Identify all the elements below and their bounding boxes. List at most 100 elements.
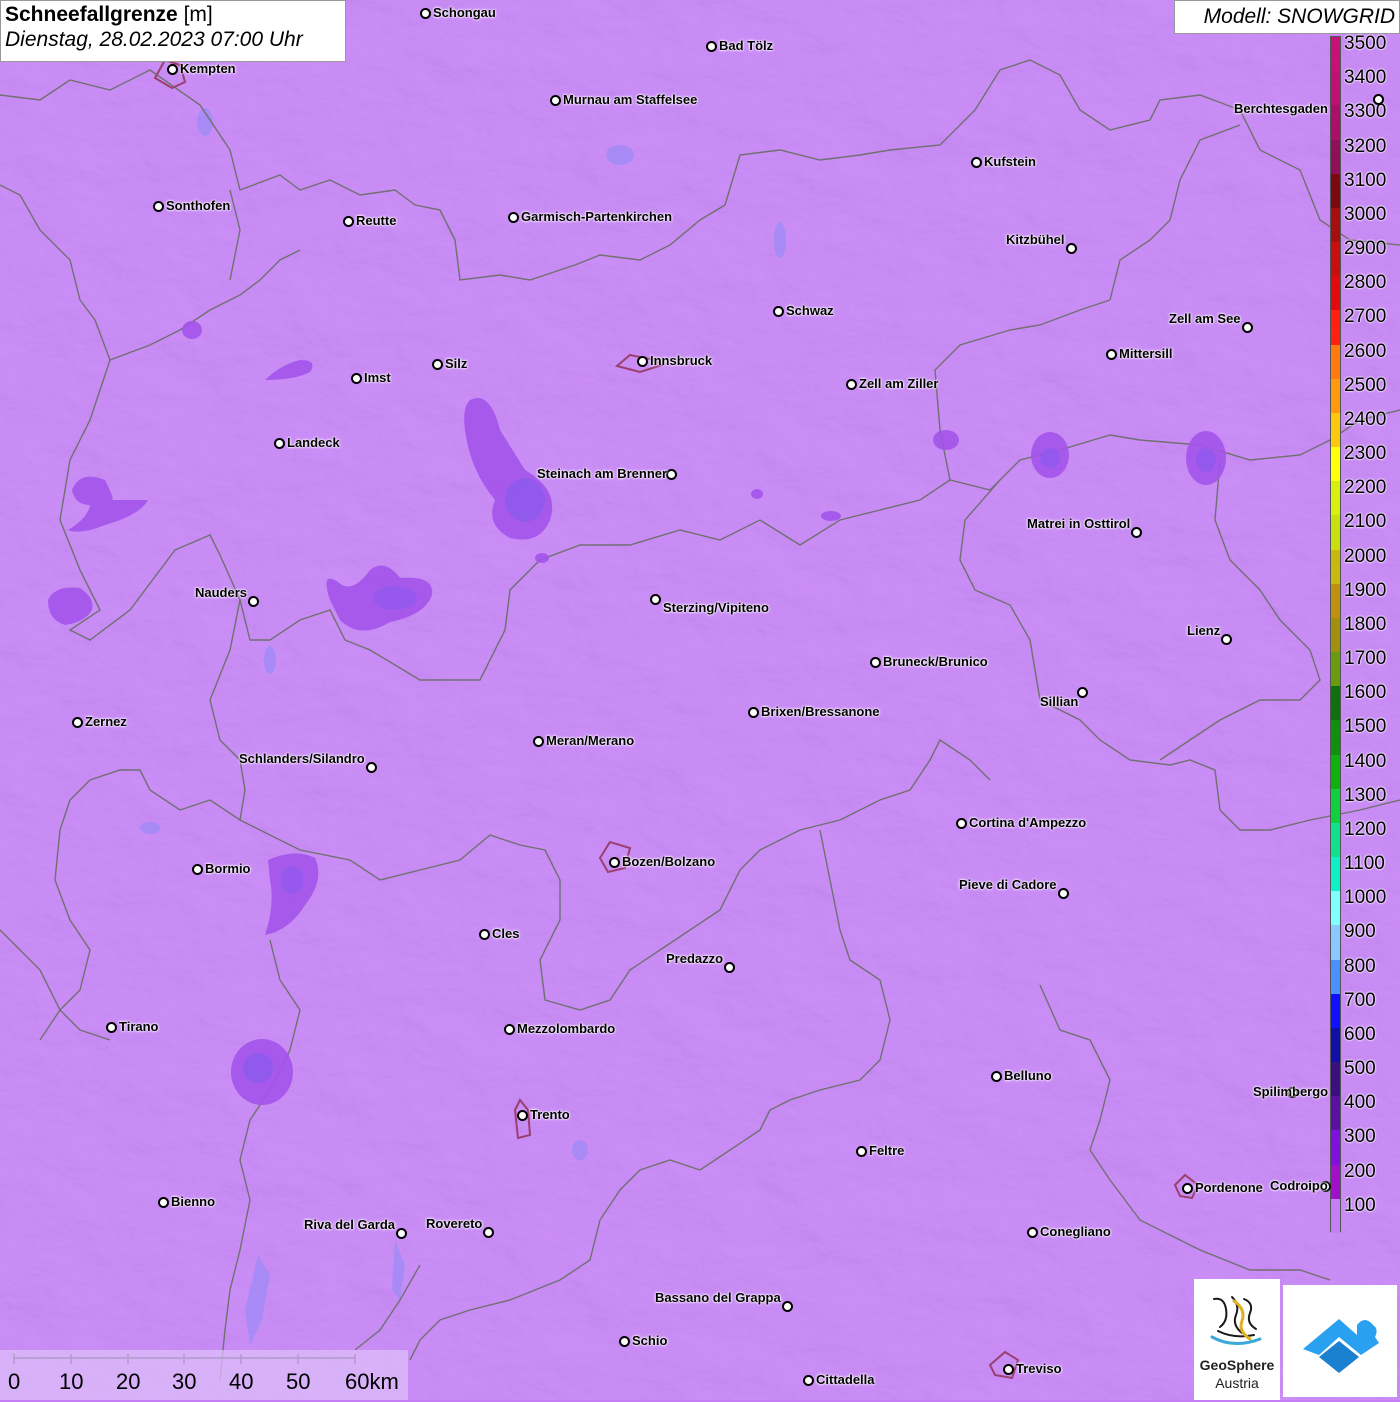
- city-marker[interactable]: [1131, 527, 1142, 538]
- scale-tick-label: 10: [59, 1369, 84, 1394]
- city-marker[interactable]: [420, 8, 431, 19]
- legend-label: 2200: [1344, 477, 1387, 499]
- city-marker[interactable]: [637, 356, 648, 367]
- city-label: Murnau am Staffelsee: [563, 92, 698, 107]
- legend-label: 3500: [1344, 33, 1387, 54]
- legend-swatch: [1331, 37, 1340, 72]
- geosphere-emblem-icon: [1210, 1296, 1262, 1345]
- legend-label: 800: [1344, 955, 1376, 977]
- city-marker[interactable]: [274, 438, 285, 449]
- city-label: Matrei in Osttirol: [1027, 516, 1131, 531]
- city-label: Steinach am Brenner: [537, 466, 668, 481]
- city-marker[interactable]: [508, 212, 519, 223]
- city-marker[interactable]: [666, 469, 677, 480]
- city-marker[interactable]: [870, 657, 881, 668]
- city-marker[interactable]: [366, 762, 377, 773]
- city-marker[interactable]: [167, 64, 178, 75]
- city-marker[interactable]: [856, 1146, 867, 1157]
- city-label: Belluno: [1004, 1068, 1052, 1083]
- city-marker[interactable]: [991, 1071, 1002, 1082]
- legend-swatch: [1331, 1164, 1340, 1200]
- city-marker[interactable]: [846, 379, 857, 390]
- city-marker[interactable]: [396, 1228, 407, 1239]
- city-marker[interactable]: [153, 201, 164, 212]
- city-marker[interactable]: [748, 707, 759, 718]
- city-marker[interactable]: [782, 1301, 793, 1312]
- city-marker[interactable]: [1058, 888, 1069, 899]
- patch-tuxer: [933, 430, 959, 450]
- city-marker[interactable]: [619, 1336, 630, 1347]
- city-marker[interactable]: [1242, 322, 1253, 333]
- legend-swatch: [1331, 583, 1340, 619]
- legend-label: 1200: [1344, 818, 1387, 840]
- geosphere-name: GeoSphere: [1199, 1357, 1275, 1373]
- city-marker[interactable]: [517, 1110, 528, 1121]
- legend-label: 2800: [1344, 272, 1387, 294]
- city-label: Cittadella: [816, 1372, 875, 1387]
- legend-swatch: [1331, 925, 1340, 961]
- legend-label: 900: [1344, 921, 1376, 943]
- city-marker[interactable]: [609, 857, 620, 868]
- city-marker[interactable]: [1182, 1183, 1193, 1194]
- city-label: Cortina d'Ampezzo: [969, 815, 1087, 830]
- city-marker[interactable]: [192, 864, 203, 875]
- patch-bormio-core: [280, 866, 304, 894]
- timestamp: Dienstag, 28.02.2023 07:00 Uhr: [5, 28, 303, 51]
- legend-swatch: [1331, 1062, 1340, 1097]
- city-marker[interactable]: [1221, 634, 1232, 645]
- legend-label: 3400: [1344, 67, 1387, 89]
- city-label: Rovereto: [426, 1216, 483, 1231]
- geosphere-sub: Austria: [1215, 1375, 1259, 1391]
- patch-vinschgau-core: [373, 586, 417, 610]
- city-marker[interactable]: [1106, 349, 1117, 360]
- legend-label: 100: [1344, 1194, 1376, 1216]
- city-marker[interactable]: [550, 95, 561, 106]
- model-label: Modell: SNOWGRID: [1174, 0, 1400, 34]
- scale-tick-label: 30: [172, 1369, 197, 1394]
- legend-label: 2600: [1344, 340, 1387, 362]
- legend-swatch: [1331, 1096, 1340, 1131]
- city-marker[interactable]: [1003, 1364, 1014, 1375]
- city-label: Conegliano: [1040, 1224, 1111, 1239]
- city-marker[interactable]: [724, 962, 735, 973]
- city-marker[interactable]: [971, 157, 982, 168]
- city-marker[interactable]: [1066, 243, 1077, 254]
- app-logo[interactable]: [1283, 1285, 1397, 1397]
- patch-wipptal-core: [505, 478, 545, 522]
- city-marker[interactable]: [351, 373, 362, 384]
- city-marker[interactable]: [479, 929, 490, 940]
- legend-label: 300: [1344, 1126, 1376, 1148]
- city-marker[interactable]: [248, 596, 259, 607]
- city-marker[interactable]: [432, 359, 443, 370]
- city-marker[interactable]: [956, 818, 967, 829]
- legend-swatch: [1331, 1130, 1340, 1166]
- scale-tick-label: 20: [116, 1369, 141, 1394]
- city-marker[interactable]: [72, 717, 83, 728]
- city-label: Schwaz: [786, 303, 834, 318]
- geosphere-logo[interactable]: GeoSphere Austria: [1194, 1279, 1280, 1400]
- scale-tick-label: 60km: [345, 1369, 399, 1394]
- city-marker[interactable]: [773, 306, 784, 317]
- city-label: Kitzbühel: [1006, 232, 1065, 247]
- city-marker[interactable]: [533, 736, 544, 747]
- patch-pinzgau-core: [1196, 448, 1216, 472]
- city-label: Bad Tölz: [719, 38, 774, 53]
- legend-swatch: [1331, 891, 1340, 926]
- city-marker[interactable]: [483, 1227, 494, 1238]
- city-marker[interactable]: [106, 1022, 117, 1033]
- city-marker[interactable]: [1373, 94, 1384, 105]
- city-label: Kempten: [180, 61, 236, 76]
- city-marker[interactable]: [158, 1197, 169, 1208]
- city-marker[interactable]: [1027, 1227, 1038, 1238]
- legend-label: 2900: [1344, 238, 1387, 260]
- city-marker[interactable]: [1077, 687, 1088, 698]
- city-label: Mittersill: [1119, 346, 1173, 361]
- city-marker[interactable]: [706, 41, 717, 52]
- city-marker[interactable]: [803, 1375, 814, 1386]
- legend-swatch: [1331, 242, 1340, 277]
- city-label: Garmisch-Partenkirchen: [521, 209, 673, 224]
- city-marker[interactable]: [504, 1024, 515, 1035]
- city-label: Spilimbergo: [1253, 1084, 1329, 1099]
- city-marker[interactable]: [650, 594, 661, 605]
- city-marker[interactable]: [343, 216, 354, 227]
